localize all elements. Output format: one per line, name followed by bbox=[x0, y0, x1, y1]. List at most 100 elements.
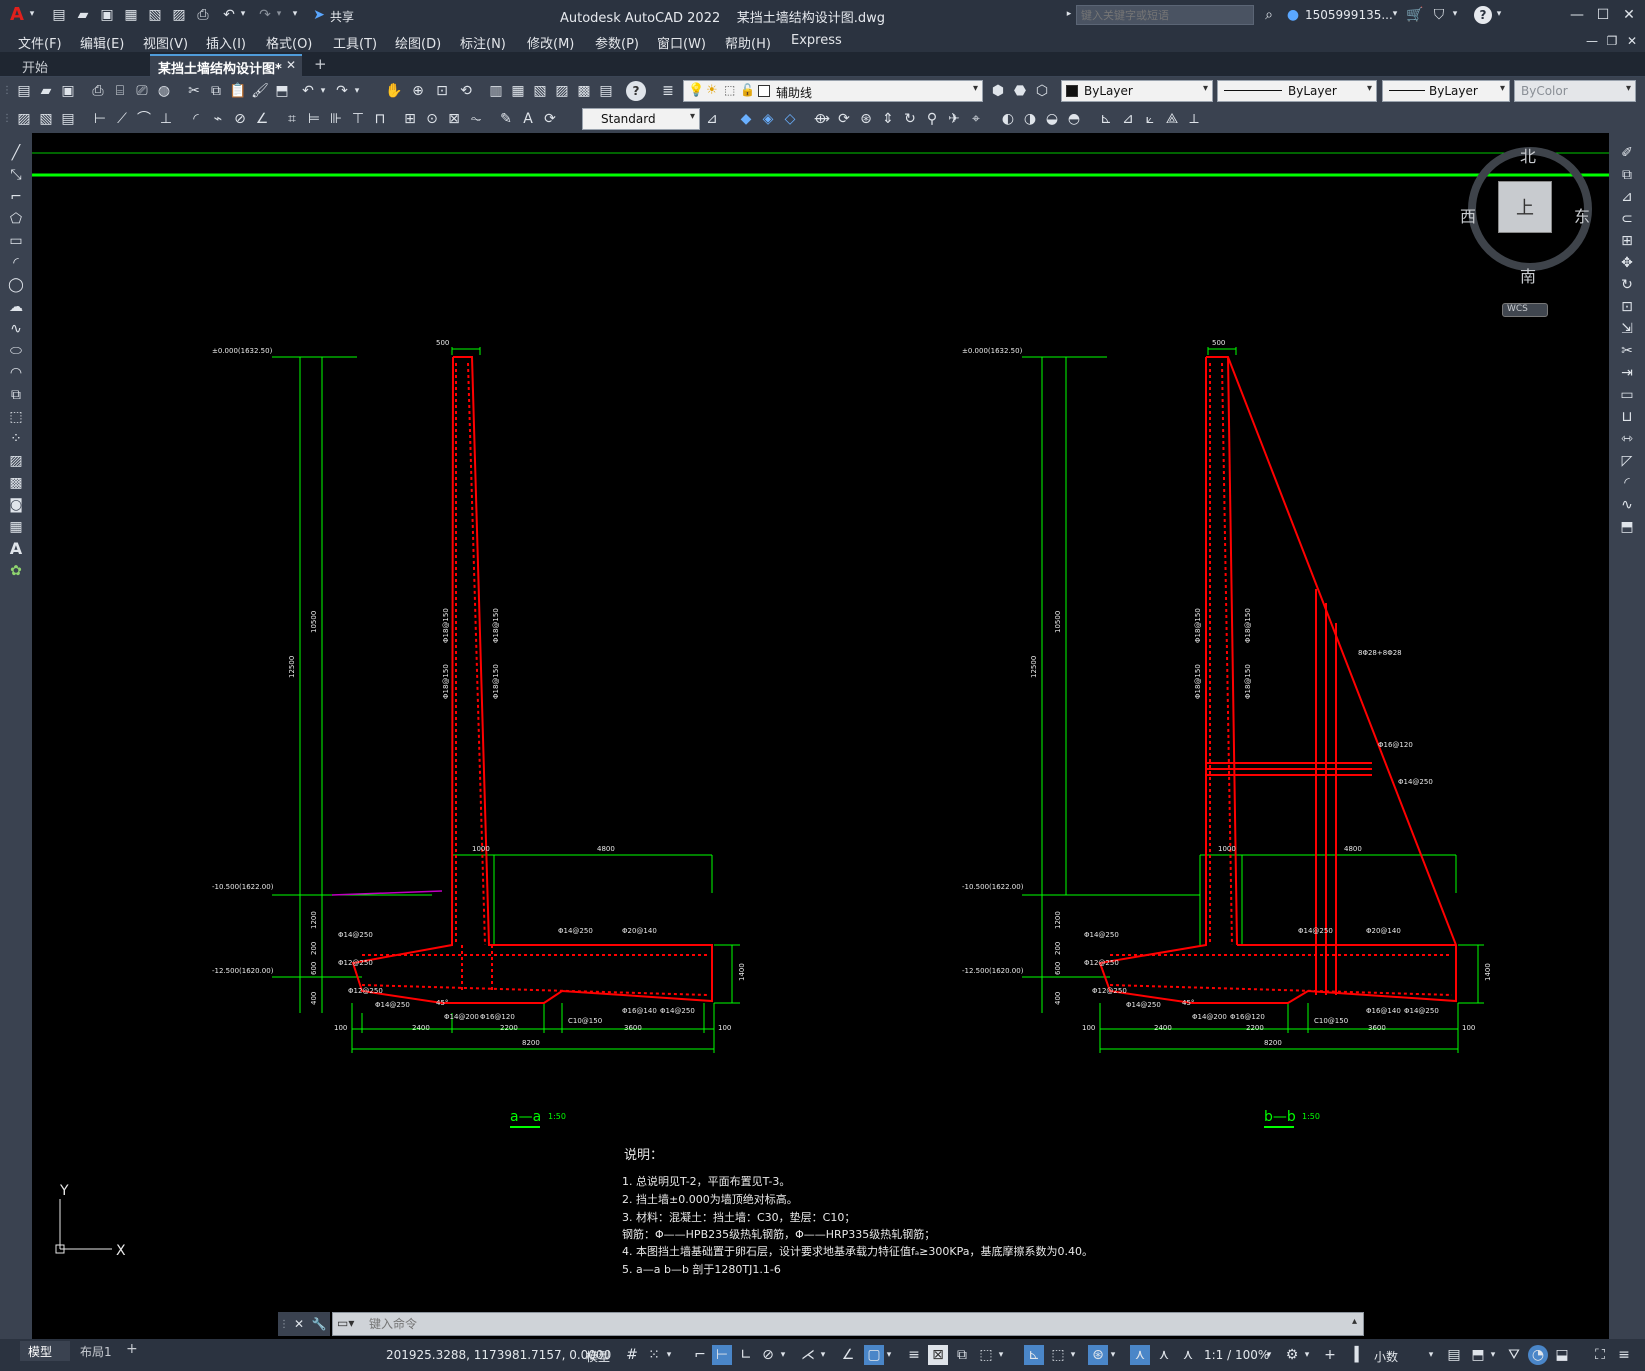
coordinate-display[interactable]: 201925.3288, 1173981.7157, 0.0000 bbox=[386, 1348, 611, 1362]
dim-text-edit-icon[interactable]: A bbox=[518, 109, 538, 129]
ucs-c-icon[interactable]: ⟀ bbox=[1140, 109, 1160, 129]
menu-tools[interactable]: 工具(T) bbox=[333, 33, 377, 52]
viewcube-west[interactable]: 西 bbox=[1460, 203, 1476, 227]
dim-arc-icon[interactable]: ⌒ bbox=[134, 109, 154, 129]
clean-screen-icon[interactable]: ⬓ bbox=[1552, 1345, 1572, 1365]
quick-dim-icon[interactable]: ⌗ bbox=[282, 109, 302, 129]
plot-preview-icon[interactable]: ⌸ bbox=[110, 81, 130, 101]
jogged-linear-icon[interactable]: ⏦ bbox=[466, 109, 486, 129]
undo-icon[interactable]: ↶ bbox=[220, 6, 238, 24]
hatch-icon[interactable]: ▨ bbox=[6, 451, 26, 471]
cmd-history-icon[interactable]: ▴ bbox=[1352, 1316, 1357, 1327]
paste-icon[interactable]: 📋 bbox=[228, 81, 248, 101]
ortho-icon[interactable]: ∟ bbox=[736, 1345, 756, 1365]
explode-icon[interactable]: ⬒ bbox=[1617, 517, 1637, 537]
help-dropdown-icon[interactable]: ▾ bbox=[1494, 8, 1504, 20]
visual-style-c-icon[interactable]: ◒ bbox=[1042, 109, 1062, 129]
dimstyle-manager-icon[interactable]: ⊿ bbox=[702, 109, 722, 129]
visual-style-b-icon[interactable]: ◑ bbox=[1020, 109, 1040, 129]
web-save-icon[interactable]: ▨ bbox=[170, 6, 188, 24]
annotation-visibility-icon[interactable]: ⋏ bbox=[1130, 1345, 1150, 1365]
dim-break-icon[interactable]: ⊓ bbox=[370, 109, 390, 129]
dynamic-input-icon[interactable]: ⊢ bbox=[712, 1345, 732, 1365]
layer-states-icon[interactable]: ⬡ bbox=[1032, 81, 1052, 101]
doc-minimize-icon[interactable]: — bbox=[1584, 33, 1600, 49]
annotation-scale[interactable]: 1:1 / 100% bbox=[1204, 1348, 1269, 1362]
hardware-accel-icon[interactable]: ◔ bbox=[1528, 1345, 1548, 1365]
new-tab-button[interactable]: + bbox=[314, 55, 327, 73]
dim-ordinate-icon[interactable]: ⊥ bbox=[156, 109, 176, 129]
block-editor-icon[interactable]: ⬒ bbox=[272, 81, 292, 101]
gizmo-dropdown-icon[interactable]: ▾ bbox=[1108, 1349, 1118, 1361]
model-space-toggle[interactable]: 模型 bbox=[586, 1348, 610, 1365]
autocad-logo-icon[interactable]: A bbox=[6, 5, 28, 25]
lock-dropdown-icon[interactable]: ▾ bbox=[1488, 1349, 1498, 1361]
undo-dropdown-icon[interactable]: ▾ bbox=[238, 8, 248, 20]
dim-radius-icon[interactable]: ◜ bbox=[186, 109, 206, 129]
menu-view[interactable]: 视图(V) bbox=[143, 33, 188, 52]
tab-start[interactable]: 开始 bbox=[12, 54, 148, 77]
viewcube-south[interactable]: 南 bbox=[1520, 263, 1536, 287]
3d-osnap-dropdown-icon[interactable]: ▾ bbox=[996, 1349, 1006, 1361]
markup-icon[interactable]: ▩ bbox=[574, 81, 594, 101]
sheet-set-manager-icon[interactable]: ▨ bbox=[552, 81, 572, 101]
close-window-icon[interactable]: ✕ bbox=[1620, 6, 1638, 24]
lineweight-icon[interactable]: ≡ bbox=[904, 1345, 924, 1365]
menu-parametric[interactable]: 参数(P) bbox=[595, 33, 639, 52]
cart-icon[interactable]: 🛒 bbox=[1406, 6, 1424, 24]
command-line[interactable]: ▭▾ ▴ bbox=[332, 1312, 1364, 1336]
auto-scale-icon[interactable]: ⋏ bbox=[1154, 1345, 1174, 1365]
publish-icon[interactable]: ⎚ bbox=[132, 81, 152, 101]
user-name[interactable]: 1505999135... bbox=[1305, 8, 1393, 22]
workspace-gear-icon[interactable]: ⚙ bbox=[1282, 1345, 1302, 1365]
color-dropdown[interactable]: ByLayer ▾ bbox=[1061, 80, 1213, 102]
polygon-icon[interactable]: ⬠ bbox=[6, 209, 26, 229]
annotation-scale-icon[interactable]: ⋏ bbox=[1178, 1345, 1198, 1365]
user-icon[interactable]: ● bbox=[1284, 6, 1302, 24]
osnap-icon[interactable]: ▢ bbox=[864, 1345, 884, 1365]
isodraft-dropdown-icon[interactable]: ▾ bbox=[818, 1349, 828, 1361]
sheetset-icon[interactable]: ◍ bbox=[154, 81, 174, 101]
dim-update-icon[interactable]: ⟳ bbox=[540, 109, 560, 129]
walk-icon[interactable]: ⚲ bbox=[922, 109, 942, 129]
fly-icon[interactable]: ✈ bbox=[944, 109, 964, 129]
dynamic-ucs-icon[interactable]: ⊾ bbox=[1024, 1345, 1044, 1365]
polyline-icon[interactable]: ⌐ bbox=[6, 187, 26, 207]
menu-draw[interactable]: 绘图(D) bbox=[395, 33, 441, 52]
wcs-menu[interactable]: WCS bbox=[1502, 303, 1548, 317]
search-expand-icon[interactable]: ▸ bbox=[1064, 8, 1074, 20]
pan-icon[interactable]: ✋ bbox=[384, 81, 404, 101]
annotation-monitor-icon[interactable]: + bbox=[1320, 1345, 1340, 1365]
web-open-icon[interactable]: ▧ bbox=[146, 6, 164, 24]
selection-cycling-icon[interactable]: ⧉ bbox=[952, 1345, 972, 1365]
zoom-previous-icon[interactable]: ⟲ bbox=[456, 81, 476, 101]
join-icon[interactable]: ⇿ bbox=[1617, 429, 1637, 449]
plot-icon[interactable]: ⎙ bbox=[194, 6, 212, 24]
table-icon[interactable]: ▦ bbox=[6, 517, 26, 537]
view-c-icon[interactable]: ◇ bbox=[780, 109, 800, 129]
fillet-icon[interactable]: ◜ bbox=[1617, 473, 1637, 493]
quickcalc-icon[interactable]: ▤ bbox=[596, 81, 616, 101]
menu-edit[interactable]: 编辑(E) bbox=[80, 33, 124, 52]
app-menu-chevron-icon[interactable]: ▾ bbox=[26, 8, 38, 20]
make-current-icon[interactable]: ⬢ bbox=[988, 81, 1008, 101]
help-icon[interactable]: ? bbox=[1474, 6, 1492, 24]
chamfer-icon[interactable]: ◸ bbox=[1617, 451, 1637, 471]
command-input[interactable] bbox=[369, 1315, 1329, 1333]
inspect-icon[interactable]: ⊠ bbox=[444, 109, 464, 129]
save-as-icon[interactable]: ▦ bbox=[122, 6, 140, 24]
isolate-objects-icon[interactable]: ⛛ bbox=[1504, 1345, 1524, 1365]
scale-dropdown-icon[interactable]: ▾ bbox=[1264, 1349, 1274, 1361]
visual-style-d-icon[interactable]: ◓ bbox=[1064, 109, 1084, 129]
construction-line-icon[interactable]: ⤡ bbox=[6, 165, 26, 185]
linetype-dropdown[interactable]: ByLayer ▾ bbox=[1217, 80, 1377, 102]
rectangle-icon[interactable]: ▭ bbox=[6, 231, 26, 251]
ucs-a-icon[interactable]: ⊾ bbox=[1096, 109, 1116, 129]
view-a-icon[interactable]: ◆ bbox=[736, 109, 756, 129]
qnew-icon[interactable]: ▤ bbox=[14, 81, 34, 101]
model-space-canvas[interactable]: ±0.000(1632.50) -10.500(1622.00) -12.500… bbox=[32, 133, 1609, 1339]
save-icon[interactable]: ▣ bbox=[98, 6, 116, 24]
dim-jogged-icon[interactable]: ⌁ bbox=[208, 109, 228, 129]
design-center-icon[interactable]: ▦ bbox=[508, 81, 528, 101]
redo-dropdown-icon[interactable]: ▾ bbox=[274, 8, 284, 20]
